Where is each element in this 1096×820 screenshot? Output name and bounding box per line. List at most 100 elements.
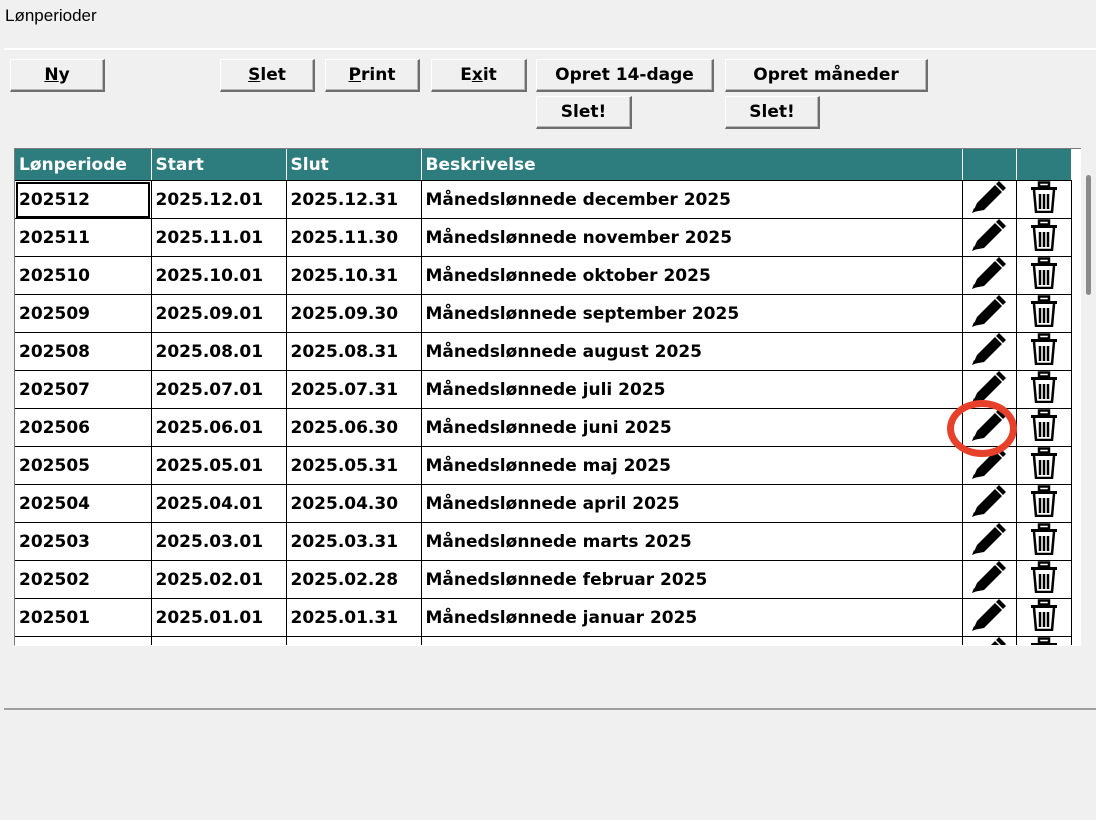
edit-cell[interactable]: [962, 484, 1017, 523]
trash-icon[interactable]: [1029, 371, 1059, 408]
table-row[interactable]: 202502 2025.02.01 2025.02.28 Månedslønnede …: [15, 560, 1072, 599]
delete-button[interactable]: Slet: [220, 59, 315, 92]
edit-cell[interactable]: [962, 560, 1017, 599]
table-row[interactable]: 202511 2025.11.01 2025.11.30 Månedslønnede …: [15, 218, 1072, 257]
cell-end[interactable]: 2025.10.31: [286, 256, 422, 295]
delete-cell[interactable]: [1016, 598, 1072, 637]
trash-icon[interactable]: [1029, 523, 1059, 560]
cell-start[interactable]: 2025.03.01: [151, 522, 287, 561]
cell-description[interactable]: Månedslønnede august 2025: [421, 332, 963, 371]
exit-button[interactable]: Ex it: [431, 59, 527, 92]
delete-cell[interactable]: [1016, 484, 1072, 523]
pencil-icon[interactable]: [969, 295, 1009, 332]
create-months-button[interactable]: Opret måneder: [725, 59, 928, 92]
edit-cell[interactable]: [962, 180, 1017, 219]
trash-icon[interactable]: [1029, 219, 1059, 256]
pencil-icon[interactable]: [969, 257, 1009, 294]
delete-cell[interactable]: [1016, 294, 1072, 333]
edit-cell[interactable]: [962, 636, 1017, 645]
header-period[interactable]: Lønperiode: [15, 149, 152, 181]
cell-start[interactable]: 2025.10.01: [151, 256, 287, 295]
table-row[interactable]: 202503 2025.03.01 2025.03.31 Månedslønnede …: [15, 522, 1072, 561]
trash-icon[interactable]: [1029, 295, 1059, 332]
table-row[interactable]: 202504 2025.04.01 2025.04.30 Månedslønnede …: [15, 484, 1072, 523]
cell-description[interactable]: Månedslønnede marts 2025: [421, 522, 963, 561]
cell-end[interactable]: 2025.11.30: [286, 218, 422, 257]
cell-period[interactable]: 202509: [15, 294, 152, 333]
table-row[interactable]: 202508 2025.08.01 2025.08.31 Månedslønnede …: [15, 332, 1072, 371]
table-row[interactable]: 202510 2025.10.01 2025.10.31 Månedslønnede …: [15, 256, 1072, 295]
cell-period[interactable]: 202512: [15, 180, 152, 219]
edit-cell[interactable]: [962, 332, 1017, 371]
edit-cell[interactable]: [962, 446, 1017, 485]
cell-start[interactable]: 2024.12.01: [151, 636, 287, 645]
cell-start[interactable]: 2025.09.01: [151, 294, 287, 333]
cell-description[interactable]: Månedslønnede juni 2025: [421, 408, 963, 447]
trash-icon[interactable]: [1029, 599, 1059, 636]
cell-end[interactable]: 2025.07.31: [286, 370, 422, 409]
cell-period[interactable]: 202502: [15, 560, 152, 599]
trash-icon[interactable]: [1029, 333, 1059, 370]
cell-start[interactable]: 2025.01.01: [151, 598, 287, 637]
table-row[interactable]: 202512 2025.12.01 2025.12.31 Månedslønnede …: [15, 180, 1072, 219]
cell-description[interactable]: Månedslønnede december 2025: [421, 180, 963, 219]
cell-period[interactable]: 202505: [15, 446, 152, 485]
table-row[interactable]: 202509 2025.09.01 2025.09.30 Månedslønnede …: [15, 294, 1072, 333]
table-row[interactable]: 202507 2025.07.01 2025.07.31 Månedslønnede …: [15, 370, 1072, 409]
cell-start[interactable]: 2025.02.01: [151, 560, 287, 599]
cell-period[interactable]: 202507: [15, 370, 152, 409]
pencil-icon[interactable]: [969, 599, 1009, 636]
table-row[interactable]: 202506 2025.06.01 2025.06.30 Månedslønnede …: [15, 408, 1072, 447]
cell-end[interactable]: 2025.05.31: [286, 446, 422, 485]
trash-icon[interactable]: [1029, 257, 1059, 294]
cell-end[interactable]: 2025.06.30: [286, 408, 422, 447]
header-start[interactable]: Start: [151, 149, 287, 181]
cell-description[interactable]: Månedslønnede september 2025: [421, 294, 963, 333]
cell-end[interactable]: 2025.03.31: [286, 522, 422, 561]
trash-icon[interactable]: [1029, 637, 1059, 645]
cell-period[interactable]: 202412: [15, 636, 152, 645]
table-row[interactable]: 202501 2025.01.01 2025.01.31 Månedslønnede …: [15, 598, 1072, 637]
cell-period[interactable]: 202511: [15, 218, 152, 257]
trash-icon[interactable]: [1029, 447, 1059, 484]
pencil-icon[interactable]: [969, 561, 1009, 598]
table-row[interactable]: 202505 2025.05.01 2025.05.31 Månedslønnede …: [15, 446, 1072, 485]
vertical-scrollbar[interactable]: [1081, 149, 1096, 645]
pencil-icon[interactable]: [969, 181, 1009, 218]
cell-description[interactable]: Månedslønnede juli 2025: [421, 370, 963, 409]
delete-cell[interactable]: [1016, 560, 1072, 599]
cell-end[interactable]: 2025.09.30: [286, 294, 422, 333]
edit-cell[interactable]: [962, 522, 1017, 561]
cell-description[interactable]: Månedslønnede november 2025: [421, 218, 963, 257]
header-end[interactable]: Slut: [286, 149, 422, 181]
header-description[interactable]: Beskrivelse: [421, 149, 963, 181]
cell-end[interactable]: 2025.02.28: [286, 560, 422, 599]
cell-start[interactable]: 2025.04.01: [151, 484, 287, 523]
cell-period[interactable]: 202503: [15, 522, 152, 561]
cell-start[interactable]: 2025.11.01: [151, 218, 287, 257]
cell-end[interactable]: 2025.12.31: [286, 180, 422, 219]
table-row[interactable]: 2024122024.12.012024.12.31Månedslønnede …: [15, 636, 1072, 645]
delete-cell[interactable]: [1016, 636, 1072, 645]
delete-cell[interactable]: [1016, 256, 1072, 295]
pencil-icon[interactable]: [969, 523, 1009, 560]
edit-cell[interactable]: [962, 218, 1017, 257]
edit-cell[interactable]: [962, 370, 1017, 409]
pencil-icon[interactable]: [969, 409, 1009, 446]
edit-cell[interactable]: [962, 294, 1017, 333]
cell-period[interactable]: 202506: [15, 408, 152, 447]
trash-icon[interactable]: [1029, 485, 1059, 522]
pencil-icon[interactable]: [969, 485, 1009, 522]
trash-icon[interactable]: [1029, 561, 1059, 598]
delete-cell[interactable]: [1016, 370, 1072, 409]
cell-period[interactable]: 202501: [15, 598, 152, 637]
delete-cell[interactable]: [1016, 446, 1072, 485]
cell-description[interactable]: Månedslønnede januar 2025: [421, 598, 963, 637]
delete-cell[interactable]: [1016, 218, 1072, 257]
pencil-icon[interactable]: [969, 637, 1009, 645]
cell-end[interactable]: 2025.08.31: [286, 332, 422, 371]
cell-description[interactable]: Månedslønnede oktober 2025: [421, 256, 963, 295]
trash-icon[interactable]: [1029, 181, 1059, 218]
cell-start[interactable]: 2025.08.01: [151, 332, 287, 371]
cell-end[interactable]: 2024.12.31: [286, 636, 422, 645]
